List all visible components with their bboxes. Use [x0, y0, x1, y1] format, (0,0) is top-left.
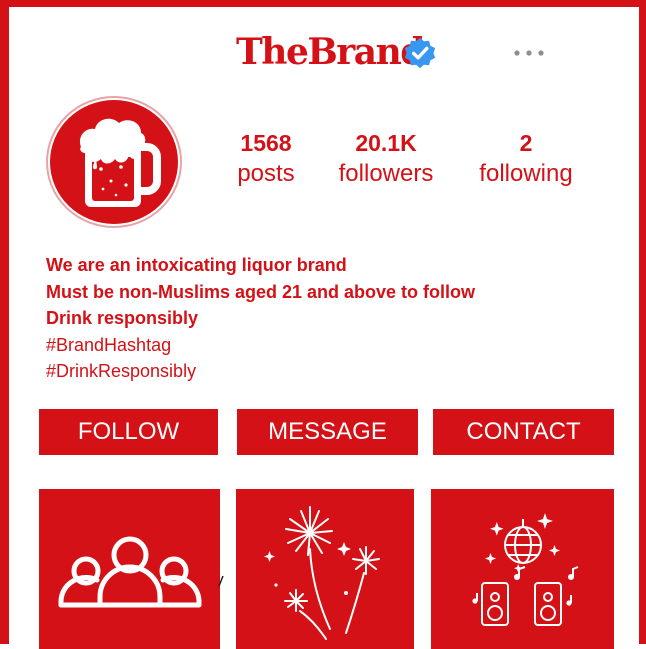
bio-line-1: We are an intoxicating liquor brand: [46, 255, 347, 275]
brand-name: TheBrand: [236, 31, 425, 73]
post-tile[interactable]: [39, 489, 220, 649]
followers-label: followers: [338, 160, 434, 187]
disco-ball-speakers-icon: [472, 513, 579, 626]
posts-label: posts: [237, 160, 295, 187]
followers-count: 20.1K: [355, 130, 417, 156]
profile-bio: We are an intoxicating liquor brand Must…: [46, 252, 475, 384]
more-options-icon[interactable]: [512, 46, 546, 60]
post-tile[interactable]: [236, 489, 414, 649]
hashtag-link[interactable]: #DrinkResponsibly: [46, 358, 475, 384]
following-label: following: [479, 160, 573, 187]
contact-button[interactable]: CONTACT: [433, 409, 614, 455]
posts-count: 1568: [240, 130, 292, 156]
stat-following[interactable]: 2 following: [468, 128, 584, 190]
stat-posts[interactable]: 1568 posts: [226, 128, 306, 190]
fireworks-icon: [264, 506, 380, 640]
avatar[interactable]: [45, 95, 183, 229]
verified-badge-icon: [404, 37, 436, 69]
people-group-icon: [58, 536, 202, 608]
post-tile[interactable]: [431, 489, 614, 649]
bio-line-2: Must be non-Muslims aged 21 and above to…: [46, 281, 476, 302]
cursor-mark: [218, 575, 224, 587]
following-count: 2: [519, 130, 533, 156]
follow-button[interactable]: FOLLOW: [39, 409, 218, 455]
stat-followers[interactable]: 20.1K followers: [325, 128, 447, 190]
hashtag-link[interactable]: #BrandHashtag: [46, 332, 475, 358]
profile-header: TheBrand: [0, 28, 646, 78]
message-button[interactable]: MESSAGE: [237, 409, 418, 455]
bio-line-3: Drink responsibly: [46, 308, 199, 328]
